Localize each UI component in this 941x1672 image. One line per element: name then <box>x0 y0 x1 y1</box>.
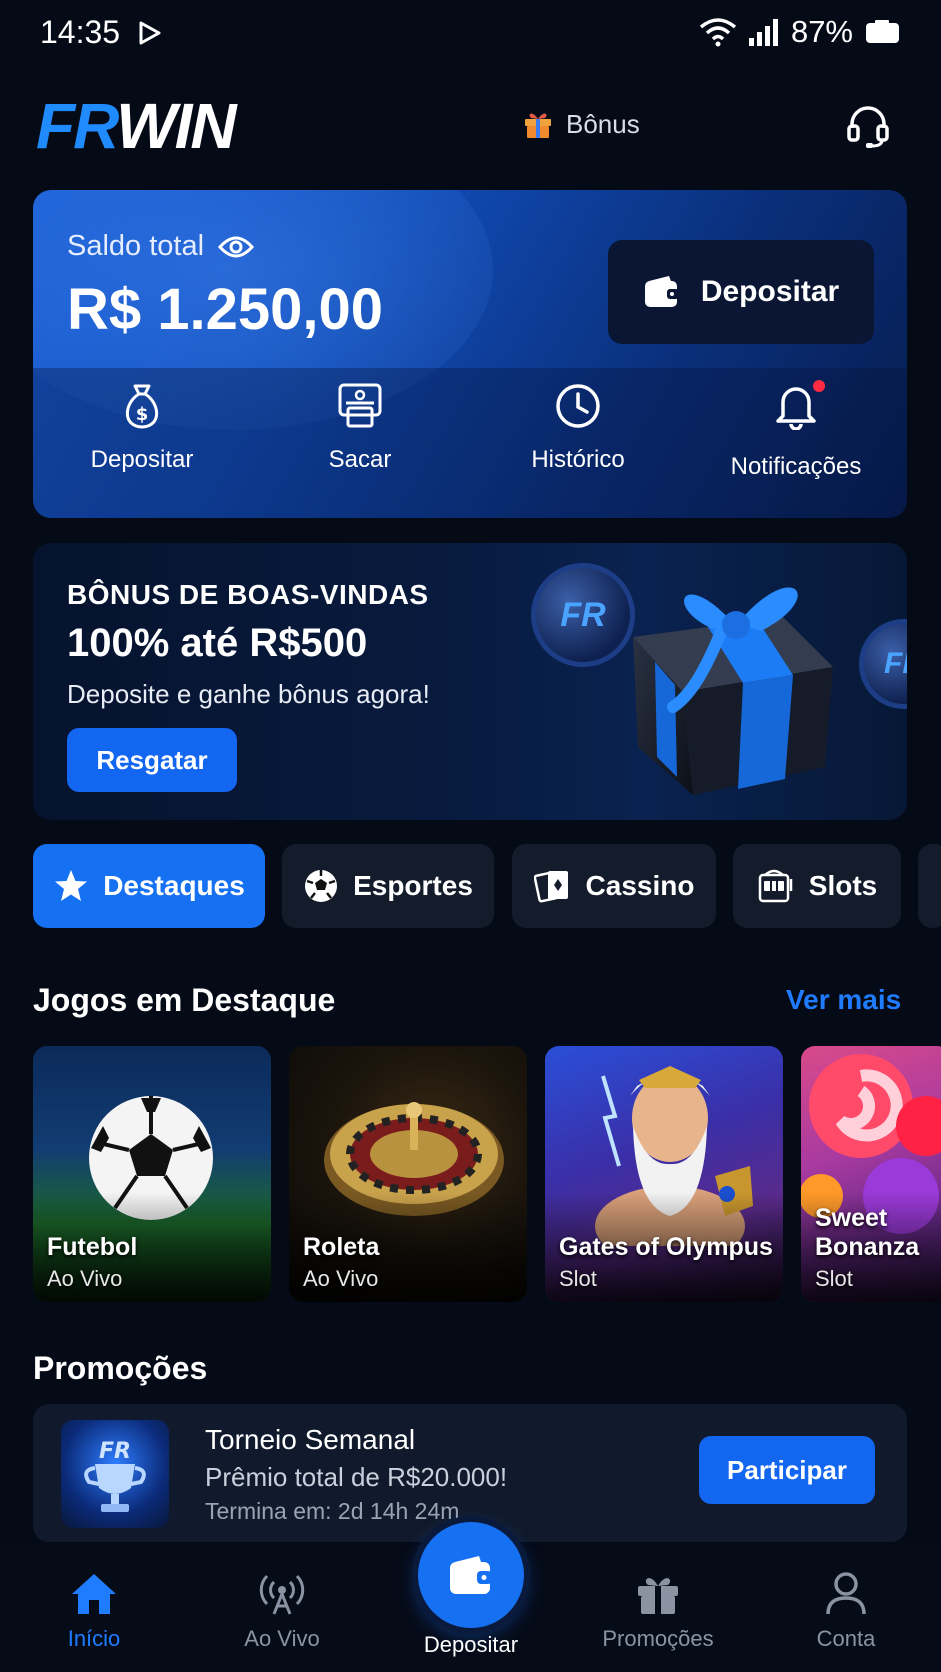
tournament-title: Torneio Semanal <box>205 1424 416 1455</box>
trophy-image: FR <box>61 1420 169 1528</box>
game-kind: Slot <box>559 1266 597 1291</box>
deposit-button[interactable]: Depositar <box>608 240 874 344</box>
welcome-bonus-banner[interactable]: BÔNUS DE BOAS-VINDAS 100% até R$500 Depo… <box>33 543 907 820</box>
home-icon <box>72 1574 116 1614</box>
tab-more-partial[interactable] <box>918 844 941 928</box>
status-right: 87% <box>699 14 901 50</box>
nav-inicio[interactable]: Início <box>0 1572 188 1652</box>
atm-icon <box>338 383 382 428</box>
bell-wrap <box>773 380 825 437</box>
clock-icon <box>556 384 600 428</box>
game-kind: Ao Vivo <box>303 1266 379 1291</box>
soccer-ball-icon <box>305 870 338 902</box>
battery-icon <box>866 20 899 43</box>
featured-title: Jogos em Destaque <box>33 982 336 1018</box>
game-tile-gates-of-olympus[interactable]: Gates of Olympus Slot <box>545 1046 783 1302</box>
quick-action-withdraw[interactable]: Sacar <box>251 382 469 474</box>
welcome-bonus-subtitle: Deposite e ganhe bônus agora! <box>67 679 430 709</box>
status-bar: 14:35 87% <box>0 0 941 70</box>
wallet-icon <box>450 1556 492 1594</box>
game-tile-sweet-bonanza[interactable]: Sweet Bonanza Slot <box>801 1046 941 1302</box>
deposit-fab[interactable] <box>418 1522 524 1628</box>
slot-machine-icon <box>758 869 793 903</box>
balance-amount: R$ 1.250,00 <box>67 277 384 342</box>
see-more-link[interactable]: Ver mais <box>786 984 901 1016</box>
quick-action-history[interactable]: Histórico <box>469 382 687 474</box>
cards-icon <box>533 871 568 903</box>
game-kind: Slot <box>815 1266 853 1291</box>
game-name: Sweet Bonanza <box>815 1204 920 1261</box>
quick-action-deposit[interactable]: $ Depositar <box>33 382 251 474</box>
participate-button[interactable]: Participar <box>699 1436 875 1504</box>
gift-icon <box>638 1578 678 1614</box>
quick-action-notifications[interactable]: Notificações <box>687 380 905 481</box>
eye-icon[interactable] <box>218 235 255 259</box>
tab-slots[interactable]: Slots <box>733 844 901 928</box>
svg-text:FR: FR <box>99 1439 131 1464</box>
bell-icon <box>776 387 816 431</box>
tournament-prize: Prêmio total de R$20.000! <box>205 1462 508 1492</box>
wallet-icon <box>644 276 679 307</box>
game-name: Roleta <box>303 1233 380 1261</box>
status-time: 14:35 <box>40 14 121 50</box>
wifi-icon <box>699 18 737 47</box>
quick-actions: $ Depositar Sacar Histórico Notificações <box>33 368 907 518</box>
battery-percent: 87% <box>790 14 853 49</box>
game-kind: Ao Vivo <box>47 1266 123 1291</box>
headset-support-icon[interactable] <box>844 102 892 150</box>
welcome-bonus-amount: 100% até R$500 <box>67 621 368 665</box>
game-name: Futebol <box>47 1233 138 1261</box>
fr-coin-icon: FR <box>859 619 907 709</box>
star-icon <box>55 870 88 901</box>
svg-text:$: $ <box>136 404 149 425</box>
broadcast-icon <box>259 1574 305 1615</box>
bonus-label: Bônus <box>566 108 640 139</box>
tournament-countdown: Termina em: 2d 14h 24m <box>205 1498 460 1524</box>
frwin-logo[interactable]: FRWIN <box>36 94 237 158</box>
game-tile-futebol[interactable]: Futebol Ao Vivo <box>33 1046 271 1302</box>
user-icon <box>826 1572 866 1615</box>
promotions-title: Promoções <box>33 1350 208 1386</box>
trophy-icon: FR <box>84 1439 146 1512</box>
money-bag-icon: $ <box>125 384 159 429</box>
nav-depositar-label: Depositar <box>423 1632 519 1657</box>
game-name: Gates of Olympus <box>559 1233 773 1261</box>
notification-dot <box>813 380 825 392</box>
tab-esportes[interactable]: Esportes <box>282 844 494 928</box>
nav-conta[interactable]: Conta <box>752 1572 940 1652</box>
signal-icon <box>748 19 778 46</box>
play-store-icon <box>139 21 161 45</box>
bonus-link[interactable]: Bônus <box>522 108 640 140</box>
nav-promocoes[interactable]: Promoções <box>564 1572 752 1652</box>
nav-ao-vivo[interactable]: Ao Vivo <box>188 1572 376 1652</box>
gift-box-illustration <box>633 587 833 795</box>
balance-label: Saldo total <box>67 230 255 263</box>
balance-card: Saldo total R$ 1.250,00 Depositar $ Depo… <box>33 190 907 518</box>
game-tile-roleta[interactable]: Roleta Ao Vivo <box>289 1046 527 1302</box>
tab-cassino[interactable]: Cassino <box>512 844 716 928</box>
welcome-bonus-title: BÔNUS DE BOAS-VINDAS <box>67 579 429 610</box>
gift-icon <box>525 113 551 138</box>
tab-destaques[interactable]: Destaques <box>33 844 265 928</box>
redeem-button[interactable]: Resgatar <box>67 728 237 792</box>
